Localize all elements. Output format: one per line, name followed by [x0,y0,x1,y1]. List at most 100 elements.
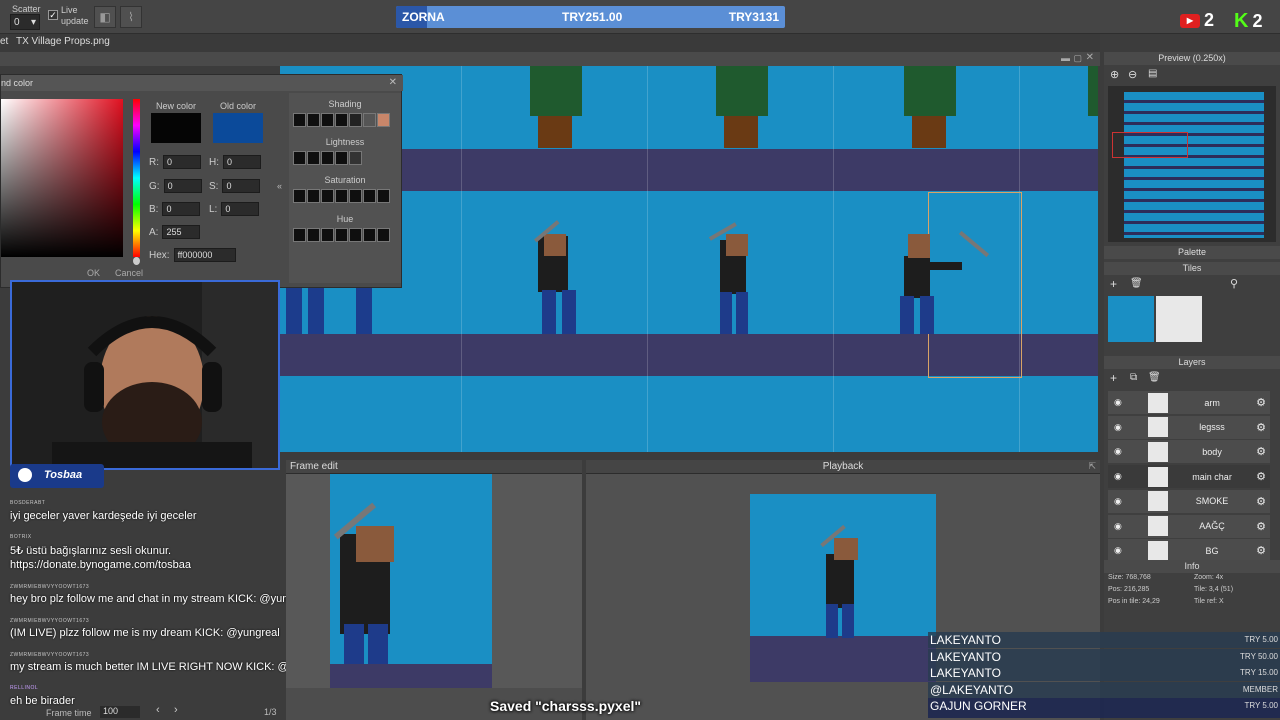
saturation-swatches[interactable] [293,189,390,203]
duplicate-layer-icon[interactable]: ⧉ [1130,372,1137,383]
prev-frame-icon[interactable]: ‹ [156,704,160,716]
gear-icon[interactable]: ⚙ [1256,470,1266,483]
a-value[interactable]: 255 [162,225,201,239]
gear-icon[interactable]: ⚙ [1256,495,1266,508]
layer-thumbnail [1148,516,1168,536]
cancel-button[interactable]: Cancel [115,268,143,278]
donor-name: LAKEYANTO [930,633,1001,647]
trash-icon[interactable]: 🗑 [1130,278,1143,289]
b-field[interactable]: B: 0 [149,202,201,216]
saturation-value-field[interactable] [1,99,123,257]
stream-chat-overlay: Tosbaa BOSDERABT iyi geceler yaver karde… [0,464,331,720]
donor-amount: TRY 5.00 [1244,635,1278,644]
eye-icon[interactable]: ◉ [1114,397,1122,408]
layer-row[interactable]: ◉ body ⚙ [1108,440,1270,464]
youtube-count: 2 [1204,10,1215,30]
saturation-label: Saturation [324,175,366,185]
playback-miner-sprite [820,524,858,638]
r-field[interactable]: R: 0 [149,155,201,169]
palette-title: Palette [1104,246,1280,259]
tile-thumb-1[interactable] [1108,296,1154,342]
preview-viewport-box[interactable] [1112,132,1188,158]
r-value[interactable]: 0 [163,155,201,169]
g-field[interactable]: G: 0 [149,179,202,193]
l-field[interactable]: L: 0 [209,202,260,216]
window-maximize-icon[interactable]: ▢ [1073,53,1082,64]
chevron-left-icon[interactable]: « [277,181,282,191]
gear-icon[interactable]: ⚙ [1256,520,1266,533]
donor-name: LAKEYANTO [930,649,1001,664]
hue-label: Hue [336,214,354,224]
s-value[interactable]: 0 [222,179,261,193]
hue-swatches[interactable] [293,228,390,242]
alpha-slider-knob[interactable] [133,257,140,265]
preview-thumbnail[interactable] [1108,86,1276,242]
eye-icon[interactable]: ◉ [1114,521,1122,532]
frame-time-input[interactable]: 100 [100,706,140,718]
layer-row[interactable]: ◉ SMOKE ⚙ [1108,489,1270,513]
ok-button[interactable]: OK [87,268,100,278]
add-layer-icon[interactable]: + [1110,371,1117,385]
tile-thumb-2[interactable] [1156,296,1202,342]
hue-slider[interactable] [133,99,140,257]
fit-view-icon[interactable]: ▤ [1148,68,1157,79]
search-icon[interactable]: ⚲ [1230,277,1238,290]
g-value[interactable]: 0 [163,179,202,193]
layer-row[interactable]: ◉ arm ⚙ [1108,391,1270,414]
layer-row[interactable]: ◉ AAĞÇ ⚙ [1108,514,1270,538]
eye-icon[interactable]: ◉ [1114,471,1122,482]
brush-tool-button[interactable]: ⌇ [120,6,142,28]
tab-village-props[interactable]: TX Village Props.png [16,36,110,47]
h-label: H: [209,156,219,168]
eye-icon[interactable]: ◉ [1114,446,1122,457]
gear-icon[interactable]: ⚙ [1256,421,1266,434]
eye-icon[interactable]: ◉ [1114,496,1122,507]
frame-edit-canvas[interactable] [330,474,492,702]
gear-icon[interactable]: ⚙ [1256,396,1266,409]
chat-username: BOTRIX [10,534,32,540]
gear-icon[interactable]: ⚙ [1256,544,1266,557]
close-icon[interactable]: ✕ [389,77,397,88]
l-value[interactable]: 0 [221,202,260,216]
a-field[interactable]: A: 255 [149,225,201,239]
drawing-canvas[interactable] [280,66,1098,452]
gear-icon[interactable]: ⚙ [1256,445,1266,458]
next-frame-icon[interactable]: › [174,704,178,716]
new-color-label: New color [156,101,197,111]
delete-layer-icon[interactable]: 🗑 [1148,372,1161,383]
window-minimize-icon[interactable]: ▬ [1061,53,1070,63]
b-value[interactable]: 0 [162,202,201,216]
layer-row[interactable]: ◉ BG ⚙ [1108,539,1270,563]
chat-message: hey bro plz follow me and chat in my str… [10,593,313,605]
hex-field[interactable]: Hex: ff000000 [149,248,236,262]
layer-icon-button[interactable]: ◧ [94,6,116,28]
webcam-overlay [10,280,280,470]
layer-row[interactable]: ◉ main char ⚙ [1108,465,1270,489]
info-tile: Tile: 3,4 (51) [1194,586,1234,593]
window-close-icon[interactable]: ✕ [1086,52,1094,63]
layer-row[interactable]: ◉ legsss ⚙ [1108,415,1270,439]
eye-icon[interactable]: ◉ [1114,545,1122,556]
hex-value[interactable]: ff000000 [173,248,236,262]
zoom-in-icon[interactable]: ⊕ [1110,68,1119,81]
scatter-select[interactable]: 0 ▾ [10,14,40,30]
s-field[interactable]: S: 0 [209,179,261,193]
frame-counter: 1/3 [264,707,277,717]
donation-goal-bar: ZORNA TRY251.00 TRY3131 [396,6,785,28]
lightness-swatches[interactable] [293,151,362,165]
eye-icon[interactable]: ◉ [1114,422,1122,433]
zoom-out-icon[interactable]: ⊖ [1128,68,1137,81]
h-value[interactable]: 0 [223,155,261,169]
tab-previous[interactable]: et [0,36,8,47]
layer-name: body [1202,446,1222,457]
panel-pin-icon[interactable]: ⇱ [1088,461,1096,472]
layer-name: SMOKE [1195,496,1229,507]
shading-swatches[interactable] [293,113,390,127]
old-color-swatch[interactable] [213,113,263,143]
add-tile-icon[interactable]: + [1110,277,1117,291]
brush-icon: ⌇ [128,10,134,24]
layer-thumbnail [1148,441,1168,462]
h-field[interactable]: H: 0 [209,155,261,169]
chat-message: 5₺ üstü bağışlarınız sesli okunur. [10,545,172,557]
live-update-checkbox[interactable]: ✓ [48,10,58,20]
